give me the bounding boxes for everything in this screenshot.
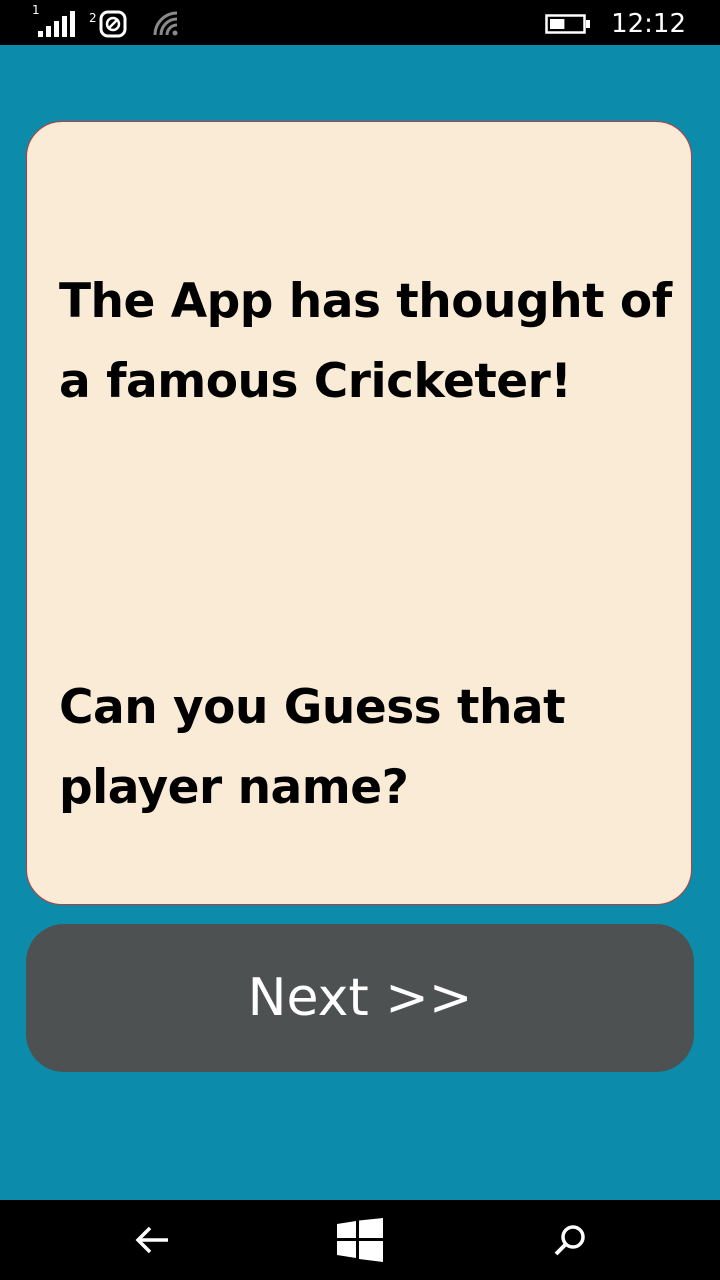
guess-prompt: Can you Guess that player name? bbox=[59, 680, 566, 815]
clock: 12:12 bbox=[611, 9, 686, 39]
wifi-icon bbox=[153, 11, 178, 36]
sim1-signal: 1 bbox=[32, 3, 75, 37]
thought-message: The App has thought of a famous Crickete… bbox=[59, 274, 672, 409]
sim2-label: 2 bbox=[89, 11, 97, 25]
start-button[interactable] bbox=[336, 1216, 384, 1264]
battery-icon bbox=[545, 14, 591, 34]
search-icon bbox=[554, 1225, 585, 1256]
sim1-label: 1 bbox=[32, 3, 40, 17]
status-left: 1 2 bbox=[32, 3, 181, 40]
sim2-icon bbox=[99, 10, 127, 38]
back-button[interactable] bbox=[128, 1216, 176, 1264]
navigation-bar bbox=[0, 1200, 720, 1280]
windows-start-icon bbox=[337, 1218, 383, 1262]
search-button[interactable] bbox=[546, 1216, 594, 1264]
app-screen: 1 2 12:12 The App has thought of a famou… bbox=[0, 0, 720, 1280]
message-card: The App has thought of a famous Crickete… bbox=[26, 121, 692, 905]
status-bar: 1 2 12:12 bbox=[0, 0, 720, 45]
back-arrow-icon bbox=[135, 1226, 168, 1254]
sim2-status: 2 bbox=[89, 10, 127, 38]
next-button[interactable]: Next >> bbox=[26, 924, 694, 1072]
status-right: 12:12 bbox=[545, 8, 686, 40]
